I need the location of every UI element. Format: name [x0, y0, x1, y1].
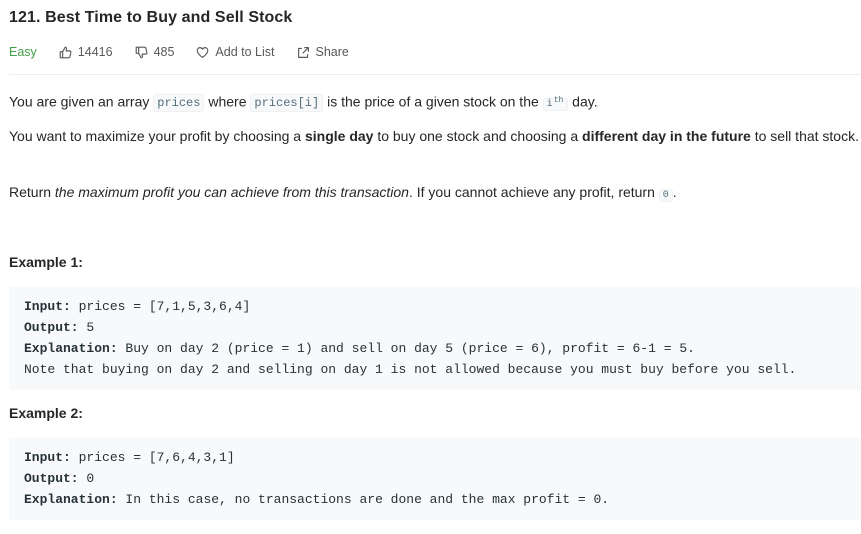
- desc-text: to sell that stock.: [750, 128, 859, 144]
- superscript-th: th: [552, 96, 565, 105]
- thumbs-up-icon: [59, 46, 72, 58]
- example-1-title: Example 1:: [9, 254, 83, 270]
- desc-text: . If you cannot achieve any profit, retu…: [408, 184, 659, 200]
- problem-title: 121. Best Time to Buy and Sell Stock: [9, 9, 293, 26]
- add-to-list-label: Add to List: [215, 45, 275, 59]
- bold-single-day: single day: [304, 128, 374, 144]
- output-label: Output:: [24, 320, 79, 335]
- italic-max-profit: the maximum profit you can achieve from …: [54, 184, 409, 200]
- desc-text: day.: [568, 93, 598, 110]
- example-1-note-line: Note that buying on day 2 and selling on…: [24, 362, 797, 377]
- output-value: 0: [78, 471, 95, 486]
- desc-text: is the price of a given stock on the: [323, 93, 543, 110]
- bold-different-day: different day in the future: [582, 128, 751, 144]
- input-label: Input:: [24, 450, 71, 465]
- example-2-input-line: Input: prices = [7,6,4,3,1]: [24, 447, 861, 468]
- explanation-label: Explanation:: [24, 492, 118, 507]
- likes-count: 14416: [77, 45, 113, 59]
- example-1-input-line: Input: prices = [7,1,5,3,6,4]: [24, 296, 861, 317]
- example-1-output-line: Output: 5: [24, 317, 861, 338]
- inline-code-zero: 0: [658, 189, 673, 202]
- input-label: Input:: [24, 299, 71, 314]
- dislike-button[interactable]: 485: [135, 45, 175, 59]
- inline-code-prices: prices: [153, 94, 205, 113]
- description-paragraph-1: You are given an array prices where pric…: [9, 90, 859, 115]
- thumbs-down-icon: [135, 46, 148, 58]
- inline-code-i-text: i: [546, 99, 553, 111]
- share-label: Share: [315, 45, 349, 59]
- input-value: prices = [7,6,4,3,1]: [70, 450, 235, 465]
- desc-text: where: [204, 93, 251, 110]
- example-1-code-block: Input: prices = [7,1,5,3,6,4] Output: 5 Ex…: [9, 287, 861, 390]
- desc-text: You are given an array: [9, 93, 154, 110]
- desc-text: to buy one stock and choosing a: [373, 128, 583, 144]
- like-button[interactable]: 14416: [59, 45, 113, 59]
- input-value: prices = [7,1,5,3,6,4]: [70, 299, 251, 314]
- explanation-label: Explanation:: [24, 341, 118, 356]
- inline-code-prices-i: prices[i]: [250, 94, 324, 113]
- example-2-title: Example 2:: [9, 405, 83, 421]
- example-2-output-line: Output: 0: [24, 468, 861, 489]
- inline-code-i: ith: [542, 96, 569, 112]
- explanation-value: In this case, no transactions are done a…: [117, 492, 610, 507]
- header-divider: [9, 74, 861, 75]
- problem-meta-bar: Easy 14416 485 Add to List Share: [9, 43, 371, 61]
- heart-icon: [197, 46, 209, 58]
- description-paragraph-2: You want to maximize your profit by choo…: [9, 126, 859, 147]
- output-label: Output:: [24, 471, 79, 486]
- example-2-explanation-line: Explanation: In this case, no transactio…: [24, 489, 861, 510]
- difficulty-badge: Easy: [9, 45, 37, 59]
- desc-text: .: [672, 184, 677, 200]
- description-paragraph-3: Return the maximum profit you can achiev…: [9, 182, 859, 206]
- output-value: 5: [78, 320, 95, 335]
- desc-text: Return: [9, 184, 55, 200]
- desc-text: You want to maximize your profit by choo…: [9, 128, 305, 144]
- example-1-explanation-line: Explanation: Buy on day 2 (price = 1) an…: [24, 338, 861, 359]
- add-to-list-button[interactable]: Add to List: [196, 45, 275, 59]
- share-icon: [297, 46, 309, 58]
- explanation-value: Buy on day 2 (price = 1) and sell on day…: [117, 341, 695, 356]
- share-button[interactable]: Share: [297, 45, 349, 59]
- example-2-code-block: Input: prices = [7,6,4,3,1] Output: 0 Expl…: [9, 438, 861, 520]
- dislikes-count: 485: [153, 45, 175, 59]
